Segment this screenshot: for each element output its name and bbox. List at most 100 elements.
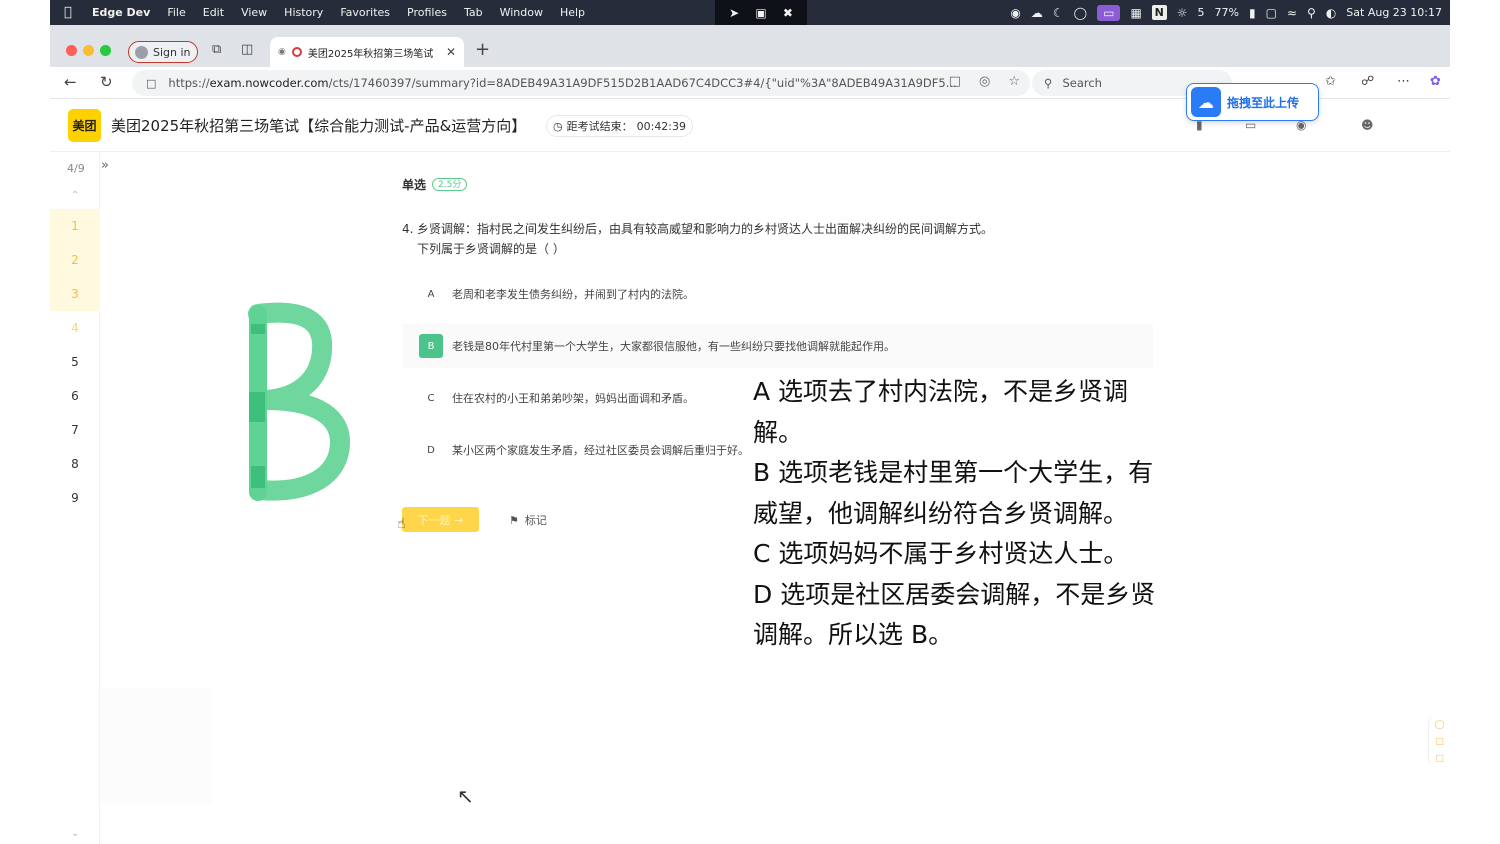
nav-question-4[interactable]: 4: [50, 311, 100, 345]
mouse-pointer-icon: ↖: [457, 784, 474, 808]
menubar-status-area: ◉ ☁ ☾ ◯ ▭ ▦ N ☼ 5 77% ▮ ▢ ≈ ⚲ ◐ Sat Aug …: [1010, 0, 1442, 25]
user-icon[interactable]: ☻: [1361, 118, 1374, 132]
tab-exam[interactable]: ◉ 美团2025年秋招第三场笔试 ✕: [270, 37, 464, 67]
nav-question-3[interactable]: 3: [50, 277, 100, 311]
timer-value: 00:42:39: [636, 119, 687, 133]
exam-timer: ◷ 距考试结束： 00:42:39: [546, 115, 694, 137]
nav-question-6[interactable]: 6: [50, 379, 100, 413]
option-d[interactable]: D 某小区两个家庭发生矛盾，经过社区委员会调解后重归于好。: [403, 428, 753, 472]
menu-history[interactable]: History: [284, 6, 323, 19]
wifi-icon[interactable]: ≈: [1287, 6, 1297, 20]
next-question-button[interactable]: 下一题 →: [402, 507, 479, 532]
extensions-icon[interactable]: ☍: [1361, 74, 1374, 89]
back-button[interactable]: ←: [64, 73, 77, 91]
refresh-button[interactable]: ↻: [100, 73, 113, 91]
menu-favorites[interactable]: Favorites: [340, 6, 390, 19]
mark-button[interactable]: ⚑ 标记: [509, 512, 547, 528]
scroll-down-icon[interactable]: ⌄: [71, 828, 79, 839]
window-minimize-button[interactable]: [83, 45, 94, 56]
profile-signin-button[interactable]: Sign in: [128, 41, 198, 63]
option-letter: A: [427, 288, 435, 300]
apple-icon[interactable]: : [64, 5, 84, 20]
favorite-star-icon[interactable]: ☆: [1008, 74, 1020, 89]
battery-percent: 77%: [1214, 6, 1239, 19]
help-icon[interactable]: ◯: [1434, 720, 1444, 730]
search-placeholder: Search: [1062, 76, 1102, 90]
spotlight-search-icon[interactable]: ⚲: [1307, 6, 1316, 20]
wechat-icon[interactable]: ☼: [1177, 6, 1188, 20]
service-icon[interactable]: □: [1435, 754, 1444, 764]
nav-question-1[interactable]: 1: [50, 209, 100, 243]
drag-upload-badge[interactable]: ☁ 拖拽至此上传: [1186, 83, 1319, 121]
copilot-icon[interactable]: ✿: [1430, 74, 1441, 89]
option-text: 某小区两个家庭发生矛盾，经过社区委员会调解后重归于好。: [452, 444, 749, 457]
more-info-icon[interactable]: ◎: [979, 74, 990, 89]
nav-question-7[interactable]: 7: [50, 413, 100, 447]
menu-app-name[interactable]: Edge Dev: [92, 6, 150, 19]
option-b[interactable]: B 老钱是80年代村里第一个大学生，大家都很信服他，有一些纠纷只要找他调解就能起…: [403, 324, 1153, 368]
favorites-icon[interactable]: ✩: [1325, 74, 1336, 89]
battery-icon[interactable]: ▮: [1249, 6, 1256, 20]
upload-label: 拖拽至此上传: [1227, 95, 1300, 110]
nav-question-2[interactable]: 2: [50, 243, 100, 277]
exam-title: 美团2025年秋招第三场笔试【综合能力测试-产品&运营方向】: [111, 117, 527, 135]
question-stem: 4. 乡贤调解：指村民之间发生纠纷后，由具有较高威望和影响力的乡村贤达人士出面解…: [402, 219, 1082, 259]
grid-icon[interactable]: ▦: [1130, 6, 1141, 20]
url-host: exam.nowcoder.com: [209, 76, 329, 90]
send-icon[interactable]: ➤: [729, 6, 739, 20]
nav-question-9[interactable]: 9: [50, 481, 100, 515]
menu-edit[interactable]: Edit: [203, 6, 224, 19]
address-bar[interactable]: □ https://exam.nowcoder.com/cts/17460397…: [132, 70, 1030, 96]
mark-label: 标记: [524, 514, 547, 527]
control-center-icon[interactable]: ◐: [1326, 6, 1336, 20]
workspaces-icon[interactable]: ⧉: [212, 42, 221, 57]
scroll-up-icon[interactable]: ⌃: [71, 190, 79, 201]
stop-recording-icon[interactable]: ✖: [783, 6, 793, 20]
profile-avatar-icon: [135, 45, 148, 59]
menubar-datetime[interactable]: Sat Aug 23 10:17: [1346, 6, 1442, 19]
score-badge: 2.5分: [432, 178, 468, 191]
handwritten-answer-drawing: [248, 302, 350, 501]
baidu-cloud-upload-icon: ☁: [1191, 87, 1221, 117]
window-zoom-button[interactable]: [100, 45, 111, 56]
expand-nav-icon[interactable]: »: [101, 158, 109, 173]
media-icon[interactable]: □: [949, 74, 961, 89]
notion-icon[interactable]: N: [1151, 5, 1167, 20]
option-a[interactable]: A 老周和老李发生债务纠纷，并闹到了村内的法院。: [403, 272, 1153, 316]
moon-icon[interactable]: ☾: [1053, 6, 1064, 20]
menu-help[interactable]: Help: [560, 6, 585, 19]
tab-favicon-icon: [291, 47, 302, 57]
site-info-icon[interactable]: □: [146, 77, 156, 90]
explanation-line-c: C 选项妈妈不属于乡村贤达人士。: [753, 539, 1129, 568]
chat-bubble-icon[interactable]: ◯: [1074, 6, 1087, 20]
nav-question-8[interactable]: 8: [50, 447, 100, 481]
browser-tab-strip: Sign in ⧉ ◫ ◉ 美团2025年秋招第三场笔试 ✕ +: [50, 25, 1450, 67]
feedback-icon[interactable]: □: [1435, 737, 1444, 747]
menu-profiles[interactable]: Profiles: [407, 6, 447, 19]
baidu-cloud-icon[interactable]: ☁: [1031, 6, 1043, 20]
more-menu-icon[interactable]: ⋯: [1397, 74, 1410, 89]
option-letter: D: [427, 444, 435, 456]
menu-window[interactable]: Window: [500, 6, 543, 19]
status-app-icon[interactable]: ◉: [1010, 6, 1020, 20]
screen-icon[interactable]: ▣: [755, 6, 766, 20]
input-method-icon[interactable]: ▢: [1266, 6, 1277, 20]
new-tab-button[interactable]: +: [475, 39, 490, 60]
menu-view[interactable]: View: [241, 6, 267, 19]
menu-file[interactable]: File: [167, 6, 185, 19]
window-close-button[interactable]: [66, 45, 77, 56]
vertical-tabs-icon[interactable]: ◫: [241, 42, 253, 57]
floating-help-widget[interactable]: ◯ □ □: [1428, 716, 1450, 768]
option-letter: C: [427, 392, 435, 404]
screen-mirror-icon[interactable]: ▭: [1097, 4, 1121, 21]
nav-question-5[interactable]: 5: [50, 345, 100, 379]
option-letter: B: [419, 334, 443, 358]
tab-sound-icon[interactable]: ◉: [278, 47, 286, 57]
wechat-count: 5: [1197, 6, 1205, 19]
question-line-1: 乡贤调解：指村民之间发生纠纷后，由具有较高威望和影响力的乡村贤达人士出面解决纠纷…: [417, 222, 994, 236]
tab-close-icon[interactable]: ✕: [446, 45, 456, 59]
meituan-logo: 美团: [68, 109, 101, 142]
option-c[interactable]: C 住在农村的小王和弟弟吵架，妈妈出面调和矛盾。: [403, 376, 743, 420]
menu-tab[interactable]: Tab: [464, 6, 483, 19]
option-text: 老周和老李发生债务纠纷，并闹到了村内的法院。: [452, 288, 694, 301]
